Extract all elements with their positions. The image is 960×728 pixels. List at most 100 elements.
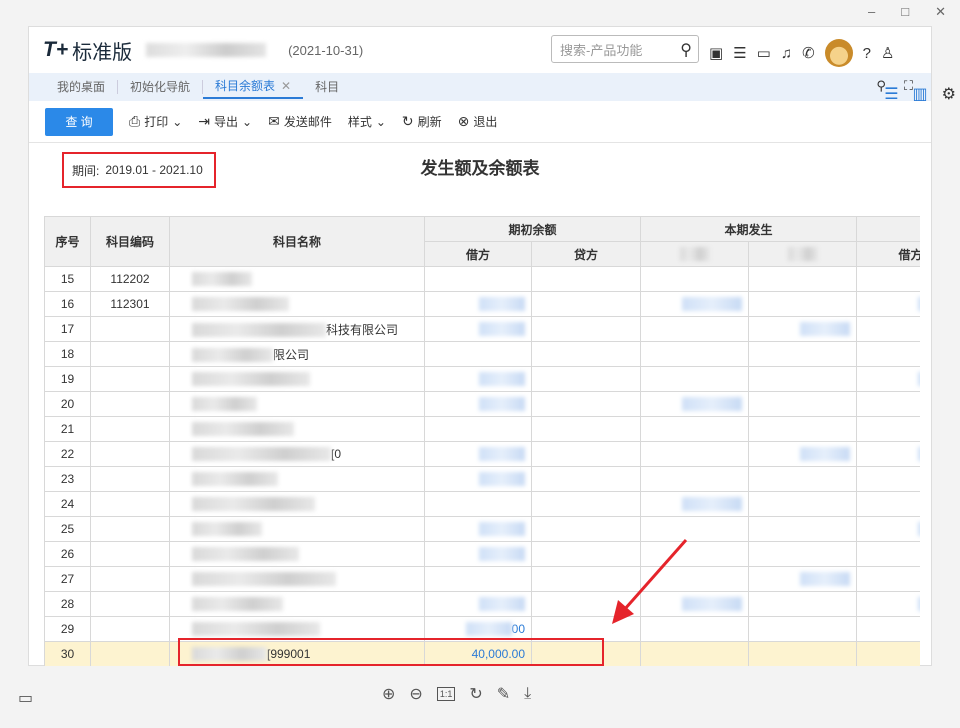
- settings-icon[interactable]: ⚙: [942, 84, 956, 104]
- rotate-icon[interactable]: ↻: [469, 684, 482, 704]
- search-icon[interactable]: ⚲: [680, 40, 692, 60]
- list-view-icon[interactable]: ☰: [884, 84, 898, 104]
- cell-seq: 28: [44, 591, 91, 617]
- cell-opening-credit: [530, 416, 642, 442]
- blurred-text: [918, 372, 920, 387]
- cell-current-debit: [640, 291, 750, 317]
- cell-seq: 15: [44, 266, 91, 292]
- cell-current-debit: [640, 316, 750, 342]
- cell-opening-debit: [424, 266, 532, 292]
- view-tools: ☰ ▥ ⚙: [884, 84, 956, 104]
- cell-current-credit: [748, 616, 858, 642]
- cell-name: [169, 466, 425, 492]
- query-button[interactable]: 查 询: [45, 107, 113, 136]
- cell-current-credit: [748, 366, 858, 392]
- cell-current-credit: [748, 266, 858, 292]
- email-button[interactable]: ✉ 发送邮件: [268, 113, 332, 130]
- refresh-label: 刷新: [417, 115, 442, 129]
- cell-code: [90, 566, 170, 592]
- table-row[interactable]: 27: [44, 566, 920, 592]
- tab-subject[interactable]: 科目: [303, 80, 351, 94]
- table-row[interactable]: 18 限公司: [44, 341, 920, 367]
- chevron-down-icon: ⌄: [375, 114, 386, 129]
- table-row[interactable]: 17 科技有限公司: [44, 316, 920, 342]
- cell-current-debit: [640, 341, 750, 367]
- blurred-text: [800, 447, 851, 462]
- mail-icon: ✉: [268, 113, 280, 129]
- download-icon[interactable]: ⤓: [524, 685, 531, 703]
- header-closing: [856, 216, 920, 242]
- cell-closing-debit: [856, 291, 920, 317]
- cell-code: 112301: [90, 291, 170, 317]
- cell-seq: 20: [44, 391, 91, 417]
- exit-button[interactable]: ⊗ 退出: [458, 113, 498, 130]
- edit-icon[interactable]: ✎: [497, 684, 510, 704]
- cell-current-credit: [748, 316, 858, 342]
- table-row[interactable]: 24: [44, 491, 920, 517]
- checklist-icon[interactable]: ☰: [733, 44, 746, 62]
- blurred-text: [479, 447, 525, 462]
- cell-current-credit: [748, 541, 858, 567]
- table-row[interactable]: 21: [44, 416, 920, 442]
- balance-grid: 序号 科目编码 科目名称 期初余额 本期发生 借方 贷方 借方 15112202…: [44, 216, 920, 666]
- close-icon[interactable]: ✕: [281, 79, 291, 93]
- period-value: 2019.01 - 2021.10: [105, 163, 203, 177]
- cell-name-text: [0: [331, 446, 342, 461]
- table-row[interactable]: 16 112301: [44, 291, 920, 317]
- phone-icon[interactable]: ✆: [802, 44, 815, 62]
- search-input[interactable]: 搜索-产品功能 ⚲: [551, 35, 699, 63]
- table-row[interactable]: 23: [44, 466, 920, 492]
- product-name: 标准版: [72, 41, 133, 64]
- thumbnail-icon[interactable]: ▭: [18, 688, 33, 708]
- minimize-button[interactable]: –: [868, 4, 875, 20]
- cell-current-credit: [748, 466, 858, 492]
- avatar[interactable]: [824, 39, 853, 67]
- bell-icon[interactable]: ♫: [781, 45, 792, 62]
- chart-view-icon[interactable]: ▥: [913, 84, 928, 104]
- maximize-button[interactable]: □: [901, 4, 909, 20]
- tab-desktop[interactable]: 我的桌面: [45, 80, 119, 94]
- cell-seq: 30: [44, 641, 91, 666]
- close-button[interactable]: ✕: [935, 4, 946, 20]
- cell-current-debit: [640, 516, 750, 542]
- tab-init-nav[interactable]: 初始化导航: [118, 80, 204, 94]
- table-row[interactable]: 20: [44, 391, 920, 417]
- header-current: 本期发生: [640, 216, 858, 242]
- zoom-in-icon[interactable]: ⊕: [382, 684, 395, 704]
- cell-seq: 23: [44, 466, 91, 492]
- blurred-text: [918, 297, 920, 312]
- title-bar: T+ 标准版 (2021-10-31) 搜索-产品功能 ⚲ ▣ ☰ ▭ ♫ ✆ …: [29, 27, 931, 73]
- tab-balance-sheet[interactable]: 科目余额表 ✕: [203, 75, 304, 99]
- cell-closing-debit: [856, 316, 920, 342]
- table-row[interactable]: 22 [0: [44, 441, 920, 467]
- blurred-text: [682, 297, 743, 312]
- style-button[interactable]: 样式 ⌄: [348, 113, 386, 130]
- cell-current-credit: [748, 441, 858, 467]
- print-button[interactable]: ⎙ 打印 ⌄: [129, 113, 182, 130]
- zoom-out-icon[interactable]: ⊖: [409, 684, 422, 704]
- header-seq: 序号: [44, 216, 91, 267]
- table-row[interactable]: 19: [44, 366, 920, 392]
- cell-code: [90, 391, 170, 417]
- printer-icon: ⎙: [129, 113, 141, 129]
- refresh-button[interactable]: ↻ 刷新: [402, 113, 442, 130]
- help-icon[interactable]: ?: [863, 45, 871, 62]
- table-row[interactable]: 28: [44, 591, 920, 617]
- cell-current-debit: [640, 591, 750, 617]
- cell-seq: 18: [44, 341, 91, 367]
- cell-current-debit: [640, 416, 750, 442]
- table-row[interactable]: 15112202 384,: [44, 266, 920, 292]
- print-label: 打印: [144, 115, 169, 129]
- message-icon[interactable]: ▭: [757, 44, 771, 62]
- cell-name: [169, 591, 425, 617]
- cell-name: 科技有限公司: [169, 316, 425, 342]
- table-body: 15112202384,1611230117科技有限公司18限公司1920212…: [44, 266, 920, 666]
- export-button[interactable]: ⇥ 导出 ⌄: [198, 113, 252, 130]
- exit-label: 退出: [473, 115, 498, 129]
- table-row[interactable]: 26: [44, 541, 920, 567]
- user-icon[interactable]: ♙: [881, 44, 894, 62]
- table-row[interactable]: 25: [44, 516, 920, 542]
- actual-size-icon[interactable]: 1:1: [436, 687, 456, 701]
- blurred-text: [465, 622, 512, 637]
- save-icon[interactable]: ▣: [709, 44, 723, 62]
